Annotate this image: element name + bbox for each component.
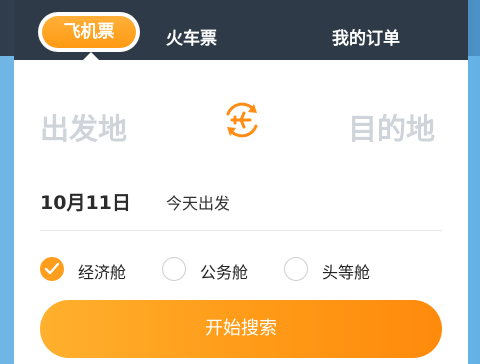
tab-train[interactable]: 火车票 xyxy=(166,24,217,49)
departure-city-field[interactable]: 出发地 xyxy=(40,106,127,148)
checked-radio-icon xyxy=(40,257,64,281)
plane-swap-icon[interactable] xyxy=(222,100,262,140)
tab-pointer-icon xyxy=(83,52,99,60)
tab-flight[interactable]: 飞机票 xyxy=(38,12,140,52)
cabin-option-label: 头等舱 xyxy=(322,263,371,282)
tab-orders[interactable]: 我的订单 xyxy=(332,24,400,49)
cabin-option-label: 公务舱 xyxy=(200,263,249,282)
departure-date[interactable]: 10月11日 xyxy=(40,188,131,215)
radio-icon xyxy=(284,257,308,281)
cabin-option-label: 经济舱 xyxy=(78,263,127,282)
destination-city-field[interactable]: 目的地 xyxy=(348,106,435,148)
search-button[interactable]: 开始搜索 xyxy=(40,300,442,358)
departure-date-note: 今天出发 xyxy=(166,194,231,213)
divider xyxy=(40,230,442,231)
radio-icon xyxy=(162,257,186,281)
tab-flight-label: 飞机票 xyxy=(42,16,136,48)
